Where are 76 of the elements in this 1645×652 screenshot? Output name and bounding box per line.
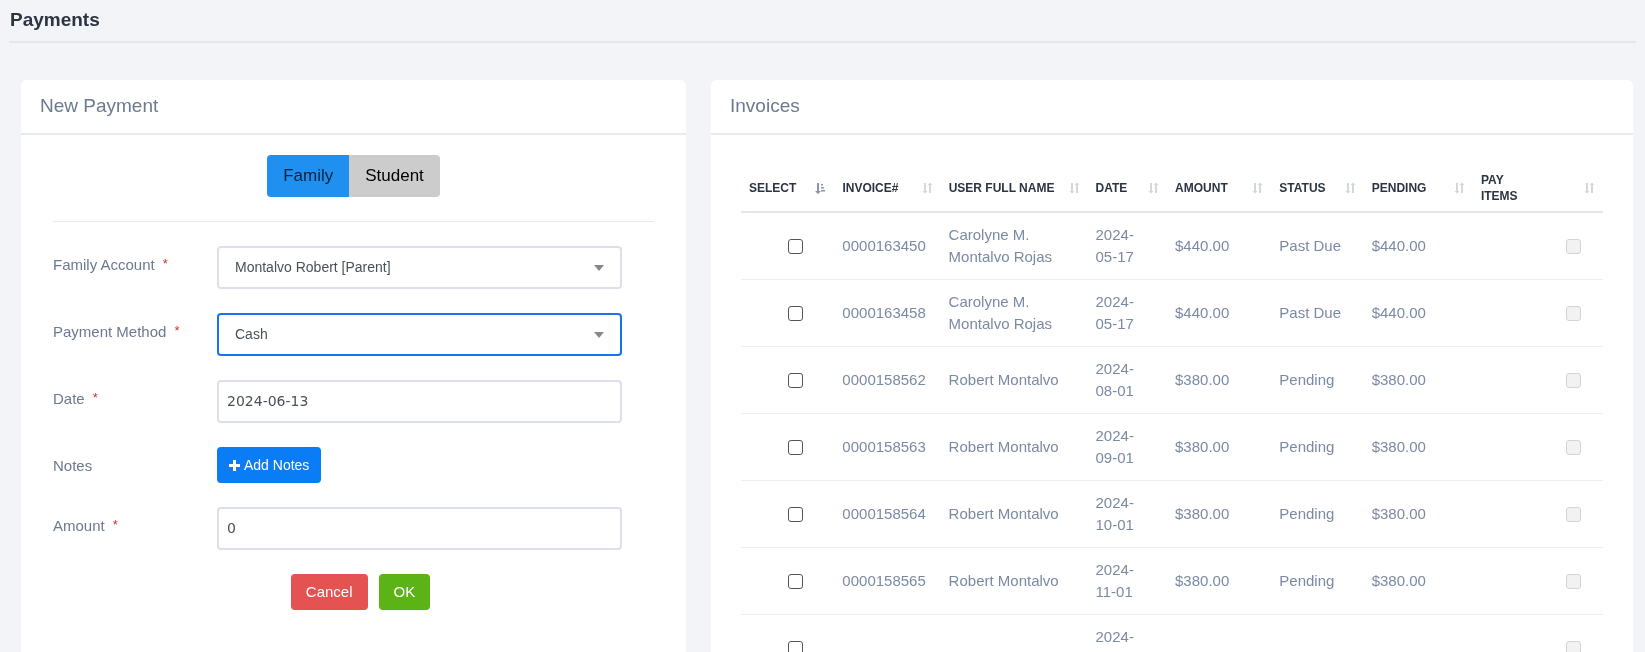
required-mark: * (162, 255, 168, 273)
dropdown-caret-icon (594, 331, 604, 338)
invoice-number: 0000158564 (842, 504, 926, 522)
field-label: Amount (53, 516, 105, 536)
select-checkbox[interactable] (788, 305, 804, 321)
invoice-date: 2024- (1095, 627, 1135, 647)
invoice-amount: $440.00 (1175, 303, 1230, 321)
invoice-status: Pending (1279, 437, 1335, 455)
page-title: Payments (10, 8, 100, 33)
select-checkbox[interactable] (788, 640, 804, 652)
column-header: INVOICE# (842, 180, 899, 197)
invoice-status: Past Due (1279, 236, 1341, 254)
invoice-date: 2024-10-01 (1095, 493, 1135, 535)
input-field[interactable]: 2024-06-13 (217, 380, 622, 423)
select-checkbox[interactable] (788, 439, 804, 455)
plus-icon (229, 459, 240, 471)
invoice-number: 0000163458 (842, 303, 926, 321)
select-checkbox[interactable] (788, 372, 804, 388)
toggle-option[interactable]: Student (349, 155, 440, 197)
invoice-number: 0000158563 (842, 437, 926, 455)
invoice-number: 0000158565 (842, 571, 926, 589)
toggle-option[interactable]: Family (267, 155, 350, 197)
select-checkbox[interactable] (788, 238, 804, 254)
card-title: New Payment (40, 94, 159, 119)
user-name: Robert Montalvo (948, 437, 1060, 457)
invoice-amount: $440.00 (1175, 236, 1230, 254)
column-header: STATUS (1279, 180, 1326, 197)
column-header: SELECT (749, 180, 797, 197)
card-title: Invoices (730, 94, 800, 119)
field-label: Notes (53, 456, 93, 476)
column-header: USER FULL NAME (948, 180, 1055, 197)
user-name: Carolyne M. Montalvo Rojas (948, 225, 1053, 267)
input-field[interactable]: 0 (217, 507, 622, 550)
invoice-number: 0000163450 (842, 236, 926, 254)
pending-amount: $440.00 (1371, 236, 1426, 254)
user-name: Robert Montalvo (948, 504, 1060, 524)
add-notes-button[interactable]: Add Notes (217, 447, 322, 483)
user-name: Carolyne M. Montalvo Rojas (948, 292, 1053, 334)
select-field[interactable]: Montalvo Robert [Parent] (217, 246, 622, 289)
column-header: PAY ITEMS (1480, 172, 1519, 204)
pending-amount: $380.00 (1371, 504, 1426, 522)
invoice-date: 2024-09-01 (1095, 426, 1135, 468)
cancel-button[interactable]: Cancel (290, 574, 368, 610)
select-checkbox[interactable] (788, 506, 804, 522)
sort-descending-icon[interactable] (814, 182, 827, 194)
invoice-amount: $380.00 (1175, 370, 1230, 388)
required-mark: * (112, 516, 118, 534)
user-name: Robert Montalvo (948, 370, 1060, 390)
required-mark: * (92, 389, 98, 407)
field-label: Date (53, 389, 85, 409)
invoice-status: Pending (1279, 370, 1335, 388)
dropdown-caret-icon (594, 264, 604, 271)
invoice-date: 2024-11-01 (1095, 560, 1135, 602)
invoice-date: 2024-05-17 (1095, 225, 1135, 267)
pending-amount: $380.00 (1371, 571, 1426, 589)
invoice-date: 2024-08-01 (1095, 359, 1135, 401)
invoice-status: Past Due (1279, 303, 1341, 321)
field-label: Family Account (53, 255, 155, 275)
column-header: DATE (1095, 180, 1128, 197)
required-mark: * (174, 322, 180, 340)
pending-amount: $440.00 (1371, 303, 1426, 321)
pending-amount: $380.00 (1371, 370, 1426, 388)
pending-amount: $380.00 (1371, 437, 1426, 455)
select-field[interactable]: Cash (217, 313, 622, 356)
column-header: AMOUNT (1175, 180, 1228, 197)
field-label: Payment Method (53, 322, 167, 342)
invoice-amount: $380.00 (1175, 571, 1230, 589)
column-header: PENDING (1371, 180, 1427, 197)
invoice-amount: $380.00 (1175, 437, 1230, 455)
user-name: Robert Montalvo (948, 571, 1060, 591)
invoice-status: Pending (1279, 504, 1335, 522)
select-checkbox[interactable] (788, 573, 804, 589)
invoice-status: Pending (1279, 571, 1335, 589)
invoice-number: 0000158562 (842, 370, 926, 388)
invoice-date: 2024-05-17 (1095, 292, 1135, 334)
invoice-amount: $380.00 (1175, 504, 1230, 522)
